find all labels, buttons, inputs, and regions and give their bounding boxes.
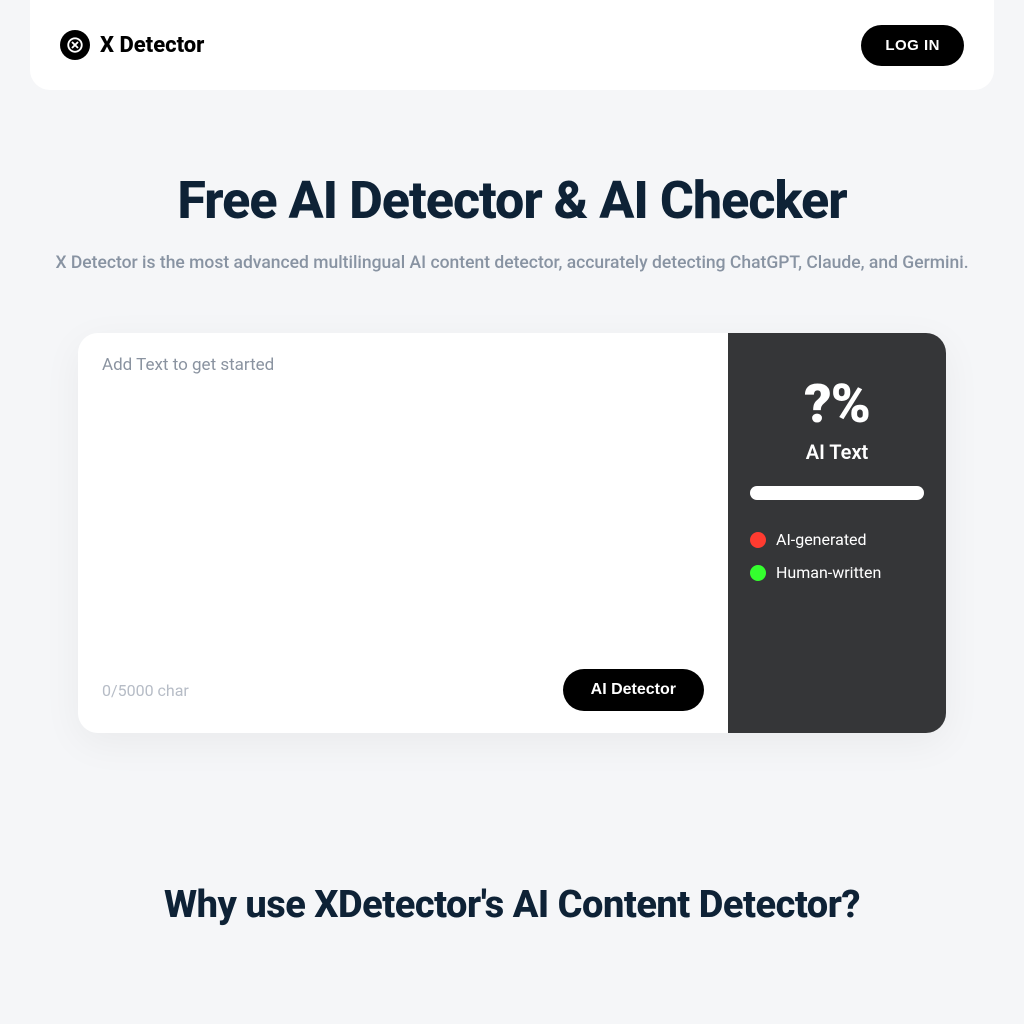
- why-title: Why use XDetector's AI Content Detector?: [40, 883, 984, 927]
- brand-logo-icon: [60, 30, 90, 60]
- input-footer: 0/5000 char AI Detector: [102, 669, 704, 711]
- login-button[interactable]: LOG IN: [861, 25, 964, 66]
- page-subtitle: X Detector is the most advanced multilin…: [40, 253, 984, 273]
- legend-human: Human-written: [750, 563, 924, 582]
- char-count: 0/5000 char: [102, 681, 189, 700]
- brand-logo[interactable]: X Detector: [60, 30, 204, 60]
- result-panel: ?% AI Text AI-generated Human-written: [728, 333, 946, 733]
- hero-section: Free AI Detector & AI Checker X Detector…: [0, 90, 1024, 313]
- result-percent: ?%: [750, 373, 924, 436]
- result-bar: [750, 486, 924, 500]
- dot-green-icon: [750, 565, 766, 581]
- dot-red-icon: [750, 532, 766, 548]
- header: X Detector LOG IN: [30, 0, 994, 90]
- why-section: Why use XDetector's AI Content Detector?: [0, 733, 1024, 927]
- text-input[interactable]: [102, 355, 704, 657]
- detect-button[interactable]: AI Detector: [563, 669, 704, 711]
- detector-panel: 0/5000 char AI Detector ?% AI Text AI-ge…: [78, 333, 946, 733]
- legend-ai: AI-generated: [750, 530, 924, 549]
- legend-human-label: Human-written: [776, 563, 881, 582]
- input-area: 0/5000 char AI Detector: [78, 333, 728, 733]
- brand-name: X Detector: [100, 33, 204, 58]
- page-title: Free AI Detector & AI Checker: [40, 170, 984, 231]
- result-label: AI Text: [750, 440, 924, 464]
- legend-ai-label: AI-generated: [776, 530, 867, 549]
